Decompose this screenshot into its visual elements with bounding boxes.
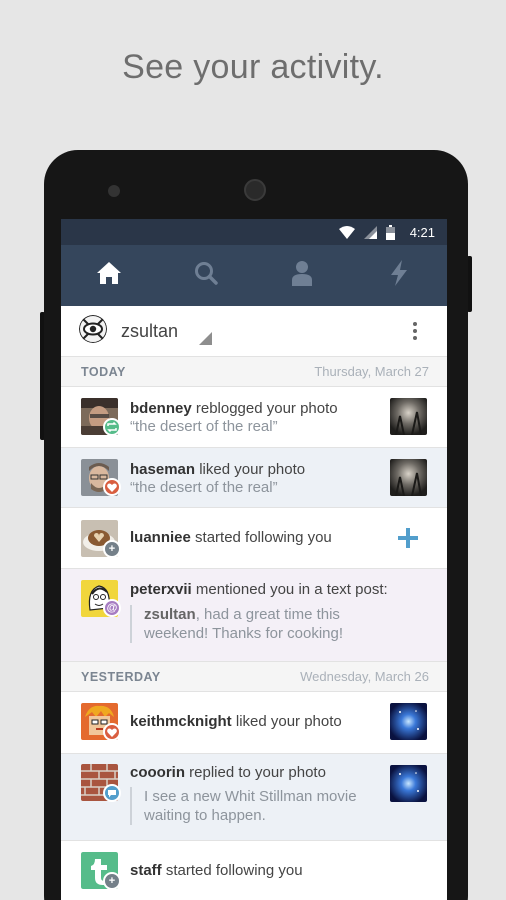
battery-icon [385, 224, 395, 240]
phone-screen: 4:21 zsultan TODAY Thursday, March 27 bd… [61, 219, 447, 900]
activity-row-staff[interactable]: + staff started following you [61, 841, 447, 900]
mention-excerpt: zsultan, had a great time this weekend! … [130, 605, 343, 643]
activity-text: keithmcknight liked your photo [130, 713, 342, 730]
tab-activity[interactable] [351, 245, 448, 306]
activity-text: haseman liked your photo [130, 461, 306, 478]
activity-user[interactable]: cooorin [130, 764, 185, 781]
activity-user[interactable]: keithmcknight [130, 713, 232, 730]
phone-camera [244, 179, 266, 201]
plus-icon: + [103, 540, 121, 558]
post-thumbnail[interactable] [390, 703, 427, 740]
plus-icon: + [103, 872, 121, 890]
at-icon: @ [103, 599, 121, 617]
activity-quote: “the desert of the real” [130, 418, 278, 435]
section-header-today: TODAY Thursday, March 27 [61, 357, 447, 387]
follow-button[interactable] [398, 528, 418, 553]
section-label: YESTERDAY [81, 669, 161, 684]
reblog-icon [103, 418, 121, 436]
heart-icon [103, 723, 121, 741]
chat-icon [103, 784, 121, 802]
section-date: Wednesday, March 26 [300, 669, 429, 684]
lightning-icon [390, 260, 408, 291]
tab-account[interactable] [254, 245, 351, 306]
heart-icon [103, 478, 121, 496]
activity-text: staff started following you [130, 862, 303, 879]
account-switcher[interactable]: zsultan [61, 306, 447, 357]
activity-row-peterxvii[interactable]: @ peterxvii mentioned you in a text post… [61, 569, 447, 662]
tab-bar [61, 245, 447, 306]
phone-speaker [108, 185, 120, 197]
activity-row-luanniee[interactable]: + luanniee started following you [61, 508, 447, 569]
wifi-icon [338, 225, 355, 239]
tab-home[interactable] [61, 245, 158, 306]
tab-search[interactable] [158, 245, 255, 306]
activity-text: peterxvii mentioned you in a text post: [130, 581, 388, 598]
activity-user[interactable]: bdenney [130, 400, 192, 417]
headline: See your activity. [122, 48, 384, 86]
activity-text: luanniee started following you [130, 529, 332, 546]
mention-user[interactable]: zsultan [144, 606, 196, 623]
activity-row-haseman[interactable]: haseman liked your photo “the desert of … [61, 448, 447, 508]
home-icon [96, 261, 122, 290]
account-name: zsultan [121, 320, 179, 341]
activity-quote: “the desert of the real” [130, 479, 278, 496]
activity-user[interactable]: peterxvii [130, 581, 192, 598]
post-thumbnail[interactable] [390, 765, 427, 802]
status-time: 4:21 [409, 224, 435, 240]
section-label: TODAY [81, 364, 126, 379]
person-icon [292, 260, 313, 291]
cell-signal-icon [363, 225, 377, 239]
activity-user[interactable]: haseman [130, 461, 195, 478]
activity-row-keithmcknight[interactable]: keithmcknight liked your photo [61, 692, 447, 754]
section-header-yesterday: YESTERDAY Wednesday, March 26 [61, 662, 447, 692]
activity-row-bdenney[interactable]: bdenney reblogged your photo “the desert… [61, 387, 447, 448]
activity-text: cooorin replied to your photo [130, 764, 326, 781]
account-avatar [79, 314, 107, 348]
account-dropdown-caret-icon [199, 332, 212, 345]
overflow-menu-icon[interactable] [413, 322, 429, 340]
section-date: Thursday, March 27 [314, 364, 429, 379]
activity-user[interactable]: luanniee [130, 529, 191, 546]
reply-excerpt: I see a new Whit Stillman movie waiting … [130, 787, 357, 825]
activity-user[interactable]: staff [130, 862, 162, 879]
status-bar: 4:21 [61, 219, 447, 245]
post-thumbnail[interactable] [390, 459, 427, 496]
activity-text: bdenney reblogged your photo [130, 400, 338, 417]
post-thumbnail[interactable] [390, 398, 427, 435]
search-icon [194, 261, 218, 290]
activity-row-cooorin[interactable]: cooorin replied to your photo I see a ne… [61, 754, 447, 841]
